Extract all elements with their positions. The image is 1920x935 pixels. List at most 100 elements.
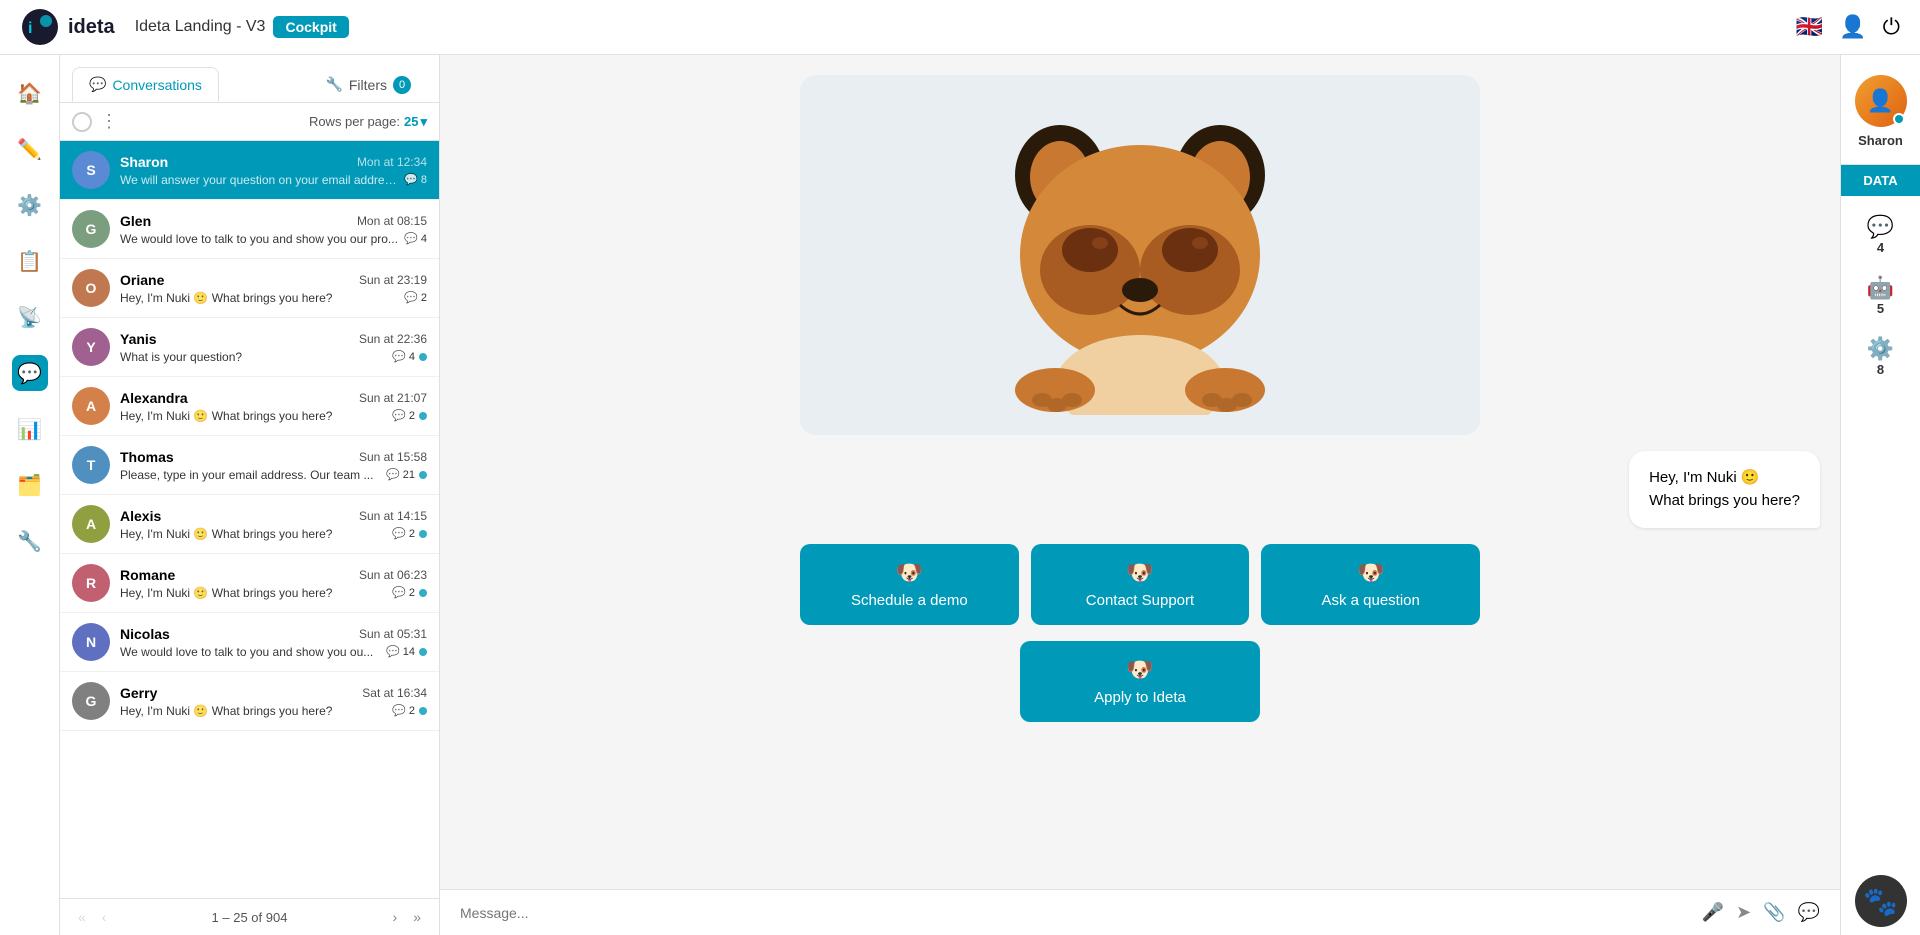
list-item[interactable]: R Romane Sun at 06:23 Hey, I'm Nuki 🙂 Wh… <box>60 554 439 613</box>
conv-info: Alexis Sun at 14:15 Hey, I'm Nuki 🙂 What… <box>120 508 427 541</box>
list-item[interactable]: S Sharon Mon at 12:34 We will answer you… <box>60 141 439 200</box>
list-item[interactable]: N Nicolas Sun at 05:31 We would love to … <box>60 613 439 672</box>
list-item[interactable]: T Thomas Sun at 15:58 Please, type in yo… <box>60 436 439 495</box>
user-profile: 👤 Sharon <box>1841 65 1920 165</box>
sidebar-item-analytics[interactable]: 📊 <box>12 411 48 447</box>
conv-preview: We will answer your question on your ema… <box>120 173 400 187</box>
conv-count: 💬 14 <box>386 645 415 658</box>
last-page-button[interactable]: » <box>407 907 427 927</box>
user-avatar[interactable]: 👤 <box>1855 75 1907 127</box>
rows-select[interactable]: 25 ▾ <box>404 114 427 130</box>
avatar: G <box>72 210 110 248</box>
greeting-line2: What brings you here? <box>1649 490 1800 513</box>
conv-meta: 💬 2 <box>392 409 427 422</box>
bot-mascot-svg <box>990 95 1290 415</box>
tab-conversations[interactable]: 💬 Conversations <box>72 67 219 102</box>
left-sidebar: 🏠 ✏️ ⚙️ 📋 📡 💬 📊 🗂️ 🔧 <box>0 55 60 935</box>
stat-conversations[interactable]: 💬 4 <box>1841 204 1920 265</box>
notes-icon[interactable]: 💬 <box>1798 902 1820 923</box>
attachment-icon[interactable]: 📎 <box>1763 902 1785 923</box>
avatar: N <box>72 623 110 661</box>
list-item[interactable]: A Alexis Sun at 14:15 Hey, I'm Nuki 🙂 Wh… <box>60 495 439 554</box>
conversations-tab-label: Conversations <box>112 77 202 93</box>
apply-ideta-button[interactable]: 🐶 Apply to Ideta <box>1020 641 1260 722</box>
conv-preview: Hey, I'm Nuki 🙂 What brings you here? <box>120 586 388 600</box>
apply-ideta-icon: 🐶 <box>1126 657 1153 683</box>
list-item[interactable]: G Gerry Sat at 16:34 Hey, I'm Nuki 🙂 Wha… <box>60 672 439 731</box>
stat-conv-count: 4 <box>1877 240 1884 255</box>
sidebar-item-config[interactable]: 🔧 <box>12 523 48 559</box>
stat-bot-count: 5 <box>1877 301 1884 316</box>
conv-preview: We would love to talk to you and show yo… <box>120 645 382 659</box>
avatar: Y <box>72 328 110 366</box>
select-all-checkbox[interactable] <box>72 112 92 132</box>
language-icon[interactable]: 🇬🇧 <box>1796 14 1823 40</box>
conv-count: 💬 2 <box>392 409 415 422</box>
first-page-button[interactable]: « <box>72 907 92 927</box>
schedule-demo-label: Schedule a demo <box>851 592 968 609</box>
user-name: Sharon <box>1858 133 1903 148</box>
conv-count: 💬 2 <box>392 704 415 717</box>
conv-meta: 💬 2 <box>392 586 427 599</box>
tab-filters[interactable]: 🔧 Filters 0 <box>309 67 427 102</box>
unread-dot <box>419 530 427 538</box>
cockpit-badge[interactable]: Cockpit <box>273 16 348 38</box>
sidebar-item-chat[interactable]: 💬 <box>12 355 48 391</box>
conv-info: Romane Sun at 06:23 Hey, I'm Nuki 🙂 What… <box>120 567 427 600</box>
conv-toolbar: ⋮ Rows per page: 25 ▾ <box>60 103 439 141</box>
schedule-demo-icon: 🐶 <box>896 560 923 586</box>
conv-info: Yanis Sun at 22:36 What is your question… <box>120 331 427 364</box>
rows-label: Rows per page: <box>309 114 400 129</box>
list-item[interactable]: G Glen Mon at 08:15 We would love to tal… <box>60 200 439 259</box>
conv-name: Gerry <box>120 685 157 701</box>
sidebar-item-broadcast[interactable]: 📡 <box>12 299 48 335</box>
schedule-demo-button[interactable]: 🐶 Schedule a demo <box>800 544 1019 625</box>
data-tab[interactable]: DATA <box>1841 165 1920 196</box>
stat-bots[interactable]: 🤖 5 <box>1841 265 1920 326</box>
action-buttons: 🐶 Schedule a demo 🐶 Contact Support 🐶 As… <box>800 544 1480 625</box>
conv-time: Mon at 08:15 <box>357 214 427 228</box>
conv-meta: 💬 21 <box>386 468 427 481</box>
sidebar-item-settings[interactable]: ⚙️ <box>12 187 48 223</box>
next-page-button[interactable]: › <box>387 907 404 927</box>
chevron-down-icon: ▾ <box>420 114 427 130</box>
conv-preview: Hey, I'm Nuki 🙂 What brings you here? <box>120 704 388 718</box>
sidebar-item-list[interactable]: 📋 <box>12 243 48 279</box>
conv-time: Sun at 21:07 <box>359 391 427 405</box>
conv-info: Nicolas Sun at 05:31 We would love to ta… <box>120 626 427 659</box>
ask-question-button[interactable]: 🐶 Ask a question <box>1261 544 1480 625</box>
contact-support-button[interactable]: 🐶 Contact Support <box>1031 544 1250 625</box>
microphone-icon[interactable]: 🎤 <box>1702 902 1724 923</box>
avatar: A <box>72 505 110 543</box>
conv-info: Oriane Sun at 23:19 Hey, I'm Nuki 🙂 What… <box>120 272 427 305</box>
unread-dot <box>419 412 427 420</box>
list-item[interactable]: O Oriane Sun at 23:19 Hey, I'm Nuki 🙂 Wh… <box>60 259 439 318</box>
list-item[interactable]: Y Yanis Sun at 22:36 What is your questi… <box>60 318 439 377</box>
conv-time: Sun at 15:58 <box>359 450 427 464</box>
stat-config-count: 8 <box>1877 362 1884 377</box>
sidebar-item-home[interactable]: 🏠 <box>12 75 48 111</box>
send-icon[interactable]: ➤ <box>1736 902 1751 923</box>
power-icon[interactable]: ⏻ <box>1883 14 1900 40</box>
unread-dot <box>419 471 427 479</box>
conv-name: Alexis <box>120 508 161 524</box>
conv-preview: What is your question? <box>120 350 388 364</box>
conv-count: 💬 4 <box>392 350 415 363</box>
stat-config[interactable]: ⚙️ 8 <box>1841 326 1920 387</box>
user-icon[interactable]: 👤 <box>1839 14 1866 40</box>
stat-config-icon: ⚙️ <box>1867 336 1894 362</box>
prev-page-button[interactable]: ‹ <box>96 907 113 927</box>
conversation-list: S Sharon Mon at 12:34 We will answer you… <box>60 141 439 898</box>
sidebar-item-edit[interactable]: ✏️ <box>12 131 48 167</box>
unread-dot <box>419 648 427 656</box>
contact-support-label: Contact Support <box>1086 592 1194 609</box>
more-options-icon[interactable]: ⋮ <box>100 111 118 132</box>
chat-messages: Hey, I'm Nuki 🙂 What brings you here? 🐶 … <box>440 55 1840 889</box>
list-item[interactable]: A Alexandra Sun at 21:07 Hey, I'm Nuki 🙂… <box>60 377 439 436</box>
ask-question-icon: 🐶 <box>1357 560 1384 586</box>
sidebar-item-stack[interactable]: 🗂️ <box>12 467 48 503</box>
greeting-bubble: Hey, I'm Nuki 🙂 What brings you here? <box>1629 451 1820 528</box>
chat-message-input[interactable] <box>460 905 1690 921</box>
chat-input-actions: 🎤 ➤ 📎 💬 <box>1702 902 1820 923</box>
conv-preview: Hey, I'm Nuki 🙂 What brings you here? <box>120 291 400 305</box>
